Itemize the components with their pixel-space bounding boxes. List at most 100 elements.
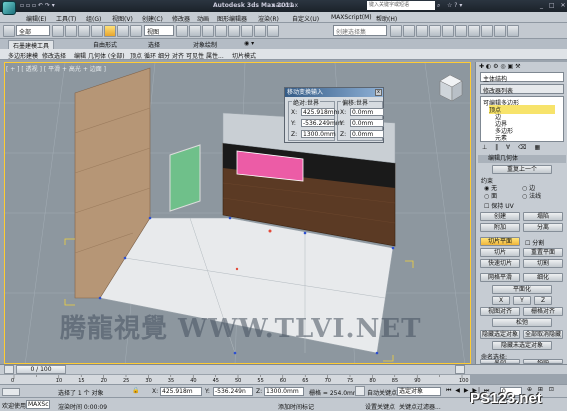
hide-unselected-button[interactable]: 隐藏未选定对象 — [492, 341, 552, 350]
abs-y-input[interactable]: -536.249mm — [301, 119, 342, 127]
rendered-frame-icon[interactable] — [494, 25, 506, 37]
keyboard-shortcut-icon[interactable] — [202, 25, 214, 37]
quick-access-icons[interactable]: ▫ ▫ ▫ ↶ ↷ ▾ — [20, 2, 55, 9]
detach-button[interactable]: 分离 — [523, 223, 563, 232]
create-button[interactable]: 创建 — [480, 212, 520, 221]
undo-icon[interactable] — [3, 25, 15, 37]
constraint-face-radio[interactable]: ○ 面 — [484, 191, 497, 200]
auto-key-button[interactable]: 自动关键点 — [367, 388, 397, 397]
percent-snap-icon[interactable] — [241, 25, 253, 37]
x-coordinate-field[interactable]: 425.918m — [160, 387, 202, 396]
unhide-all-button[interactable]: 全部取消隐藏 — [523, 330, 563, 339]
select-by-name-icon[interactable] — [65, 25, 77, 37]
render-production-icon[interactable] — [507, 25, 519, 37]
layer-manager-icon[interactable] — [416, 25, 428, 37]
menu-item-customize[interactable]: 自定义(U) — [292, 14, 319, 23]
abs-x-input[interactable]: 425.918mm — [301, 108, 340, 116]
ribbon-loops[interactable]: 循环 — [144, 51, 156, 60]
off-y-input[interactable]: 0.0mm — [350, 119, 384, 127]
ribbon-properties[interactable]: 属性... — [206, 51, 224, 60]
menu-item-create[interactable]: 创建(C) — [142, 14, 163, 23]
window-controls[interactable]: _ □ ✕ — [540, 2, 567, 9]
cut-button[interactable]: 切割 — [523, 259, 563, 268]
ribbon-geometry-all[interactable]: 几何体 (全部) — [88, 51, 125, 60]
off-z-input[interactable]: 0.0mm — [350, 130, 384, 138]
next-frame-icon[interactable] — [455, 365, 465, 374]
repeat-last-button[interactable]: 重复上一个 — [492, 165, 552, 174]
edit-named-selection-icon[interactable] — [267, 25, 279, 37]
prev-frame-icon[interactable] — [4, 365, 14, 374]
schematic-view-icon[interactable] — [455, 25, 467, 37]
close-icon[interactable]: x — [375, 89, 382, 96]
ribbon-options-icon[interactable]: ◉ ▾ — [244, 40, 254, 47]
collapse-button[interactable]: 塌陷 — [523, 212, 563, 221]
menu-item-graph-editors[interactable]: 图形编辑器 — [217, 14, 247, 23]
constraint-normal-radio[interactable]: ○ 法线 — [522, 191, 541, 200]
modifier-list-dropdown[interactable]: 修改器列表 — [480, 84, 564, 95]
menu-item-animation[interactable]: 动画 — [197, 14, 209, 23]
maxscript-mini-listener[interactable]: MAXSc — [26, 400, 50, 409]
ribbon-modify-selection[interactable]: 修改选择 — [42, 51, 66, 60]
move-icon[interactable] — [104, 25, 116, 37]
slice-button[interactable]: 切片 — [480, 248, 520, 257]
menu-item-rendering[interactable]: 渲染(R) — [258, 14, 279, 23]
object-name-field[interactable]: 主体结构 — [480, 72, 564, 83]
relax-button[interactable]: 松弛 — [492, 318, 552, 327]
mirror-icon[interactable] — [390, 25, 402, 37]
edit-geometry-rollout[interactable]: 编辑几何体 — [478, 155, 566, 163]
tab-object-paint[interactable]: 对象绘制 — [193, 40, 217, 49]
menu-item-help[interactable]: 帮助(H) — [376, 14, 397, 23]
scale-icon[interactable] — [130, 25, 142, 37]
snap-toggle-icon[interactable] — [215, 25, 227, 37]
stack-item-element[interactable]: 元素 — [495, 133, 507, 142]
grid-align-button[interactable]: 栅格对齐 — [523, 307, 563, 316]
quickslice-button[interactable]: 快速切片 — [480, 259, 520, 268]
ribbon-subdivision[interactable]: 细分 — [158, 51, 170, 60]
material-editor-icon[interactable] — [468, 25, 480, 37]
select-manipulate-icon[interactable] — [189, 25, 201, 37]
reset-plane-button[interactable]: 重置平面 — [523, 248, 563, 257]
ribbon-vertices[interactable]: 顶点 — [130, 51, 142, 60]
slice-plane-button[interactable]: 切片平面 — [480, 237, 520, 246]
time-slider-thumb[interactable]: 0 / 100 — [16, 365, 66, 374]
selection-filter-dropdown[interactable]: 全部 — [16, 25, 50, 36]
off-x-input[interactable]: 0.0mm — [350, 108, 384, 116]
track-bar[interactable]: 0 10 15 20 25 30 35 40 45 50 55 60 65 70 75 80 85 90 100 — [0, 374, 470, 384]
window-crossing-icon[interactable] — [91, 25, 103, 37]
time-slider[interactable]: 0 / 100 — [0, 364, 567, 374]
msmooth-button[interactable]: 网格平滑 — [480, 273, 520, 282]
menu-item-views[interactable]: 视图(V) — [112, 14, 133, 23]
align-icon[interactable] — [403, 25, 415, 37]
ribbon-edit[interactable]: 编辑 — [74, 51, 86, 60]
help-icons[interactable]: ☆ ? ▾ — [447, 2, 462, 9]
attach-button[interactable]: 附加 — [480, 223, 520, 232]
menu-item-edit[interactable]: 编辑(E) — [26, 14, 46, 23]
abs-z-input[interactable]: 1300.0mm — [301, 130, 336, 138]
viewport-label[interactable]: [ + ] [ 透视 ] [ 平滑 + 高光 + 边面 ] — [6, 64, 106, 73]
ribbon-visibility[interactable]: 可见性 — [186, 51, 204, 60]
graphite-toggle-icon[interactable] — [429, 25, 441, 37]
ribbon-polygon-modeling[interactable]: 多边形建模 — [8, 51, 38, 60]
menu-item-modifiers[interactable]: 修改器 — [172, 14, 190, 23]
stack-tools-icons[interactable]: ⊥ ‖ ∀ ⌫ ▦ — [482, 144, 543, 151]
planarize-z-button[interactable]: Z — [534, 296, 552, 305]
ribbon-align[interactable]: 对齐 — [172, 51, 184, 60]
selected-object-dropdown[interactable]: 选定对象 — [397, 387, 441, 396]
render-setup-icon[interactable] — [481, 25, 493, 37]
search-icon[interactable]: ⌕ — [437, 2, 440, 10]
search-input[interactable]: 键入关键字或短语 — [367, 1, 435, 10]
set-key-button[interactable]: 设置关键点 — [365, 402, 395, 411]
add-time-tag-button[interactable]: 添加时间标记 — [278, 402, 314, 411]
curve-editor-icon[interactable] — [442, 25, 454, 37]
select-region-icon[interactable] — [78, 25, 90, 37]
ribbon-slice-mode[interactable]: 切片模式 — [232, 51, 256, 60]
pivot-center-icon[interactable] — [176, 25, 188, 37]
view-align-button[interactable]: 视图对齐 — [480, 307, 520, 316]
tab-freeform[interactable]: 自由形式 — [93, 40, 117, 49]
planarize-button[interactable]: 平面化 — [492, 285, 552, 294]
hide-selected-button[interactable]: 隐藏选定对象 — [480, 330, 520, 339]
z-coordinate-field[interactable]: 1300.0mm — [264, 387, 304, 396]
lock-selection-icon[interactable]: 🔒 — [132, 387, 139, 394]
split-checkbox[interactable]: ☐ 分割 — [525, 238, 544, 247]
angle-snap-icon[interactable] — [228, 25, 240, 37]
